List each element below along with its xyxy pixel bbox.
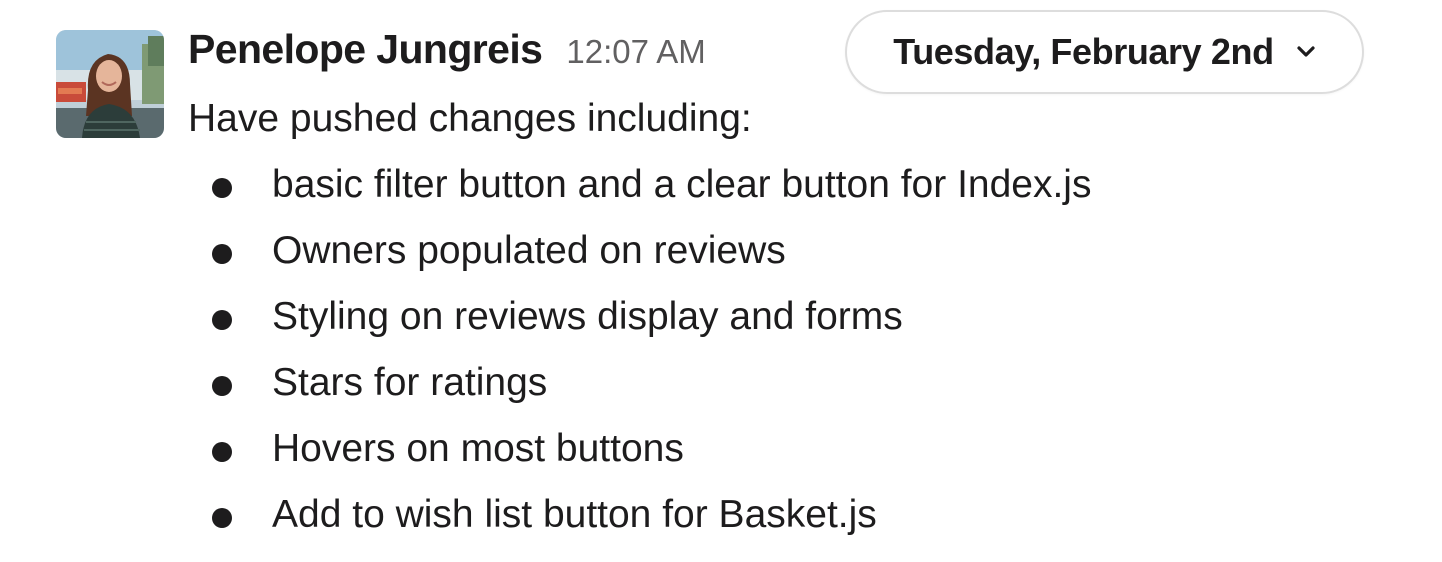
list-item-text: Owners populated on reviews (272, 229, 786, 272)
bullet-icon (212, 508, 232, 528)
list-item-text: basic filter button and a clear button f… (272, 163, 1092, 206)
message-intro: Have pushed changes including: (188, 97, 752, 140)
bullet-icon (212, 442, 232, 462)
message: Penelope Jungreis 12:07 AM Tuesday, Febr… (0, 0, 1442, 562)
timestamp[interactable]: 12:07 AM (566, 33, 705, 71)
date-divider-button[interactable]: Tuesday, February 2nd (845, 10, 1364, 94)
author-name[interactable]: Penelope Jungreis (188, 26, 543, 73)
list-item-text: Stars for ratings (272, 361, 548, 404)
bullet-icon (212, 244, 232, 264)
bullet-icon (212, 376, 232, 396)
list-item-text: Styling on reviews display and forms (272, 295, 903, 338)
avatar[interactable] (56, 30, 164, 138)
chevron-down-icon (1296, 45, 1316, 59)
list-item-text: Hovers on most buttons (272, 427, 684, 470)
date-label: Tuesday, February 2nd (893, 31, 1274, 72)
message-header: Penelope Jungreis 12:07 AM (188, 26, 706, 82)
bullet-icon (212, 178, 232, 198)
avatar-photo (56, 30, 164, 138)
list-item-text: Add to wish list button for Basket.js (272, 493, 877, 536)
bullet-icon (212, 310, 232, 330)
